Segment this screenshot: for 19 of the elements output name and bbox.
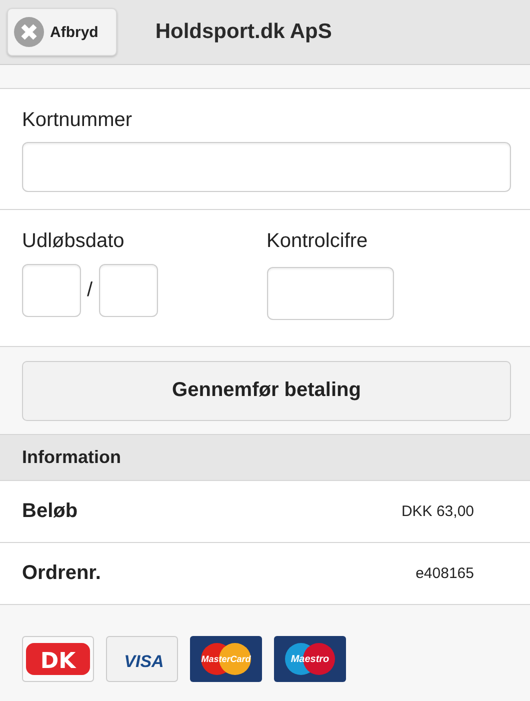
cvc-field[interactable] bbox=[266, 267, 394, 320]
info-value: e408165 bbox=[416, 565, 474, 582]
expiry-label: Udløbsdato bbox=[22, 230, 126, 253]
info-value: DKK 63,00 bbox=[401, 503, 474, 520]
dankort-logo: DK bbox=[22, 636, 94, 682]
pay-button[interactable]: Gennemfør betaling bbox=[22, 360, 511, 420]
info-label: Beløb bbox=[22, 500, 78, 523]
close-icon bbox=[14, 17, 44, 47]
year-field[interactable] bbox=[98, 264, 158, 317]
info-label: Ordrenr. bbox=[22, 562, 101, 585]
cancel-button[interactable]: Afbryd bbox=[7, 8, 118, 56]
section-title: Information bbox=[22, 447, 121, 468]
cvc-label: Kontrolcifre bbox=[266, 230, 369, 253]
month-field[interactable] bbox=[22, 264, 81, 317]
card-number-field[interactable] bbox=[22, 142, 511, 192]
page-title: Holdsport.dk ApS bbox=[155, 20, 332, 44]
card-number-label: Kortnummer bbox=[22, 109, 134, 132]
date-separator: / bbox=[87, 279, 93, 302]
visa-logo: VISA bbox=[106, 636, 178, 682]
